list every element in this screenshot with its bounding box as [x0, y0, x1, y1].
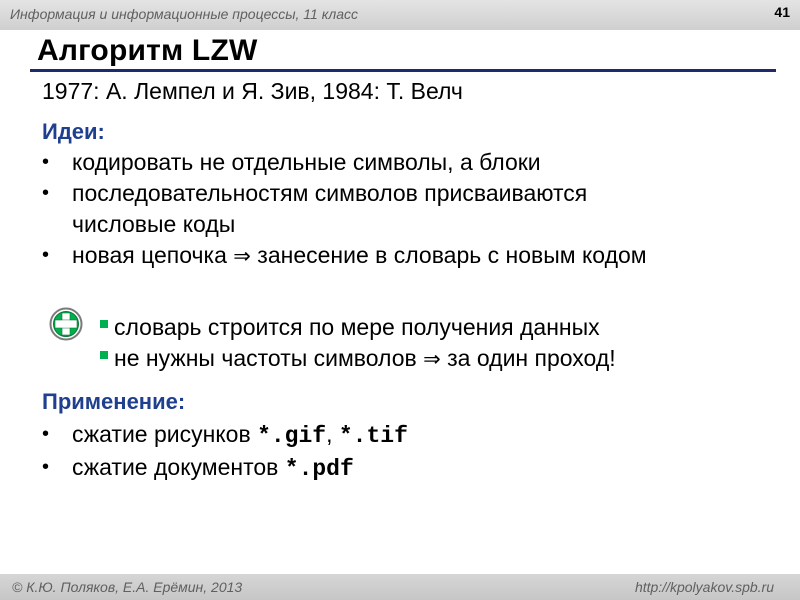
idea-text: последовательностям символов присваивают…	[72, 180, 588, 206]
idea-text-result: занесение в словарь с новым кодом	[257, 242, 647, 268]
ideas-heading: Идеи:	[42, 119, 105, 144]
list-item: • сжатие документов *.pdf	[0, 452, 772, 485]
header-bar: Информация и информационные процессы, 11…	[0, 0, 800, 30]
usage-text: сжатие документов	[72, 454, 279, 480]
title-divider	[30, 69, 776, 72]
footer-url: http://kpolyakov.spb.ru	[634, 579, 774, 595]
advantage-text: словарь строится по мере получения данны…	[114, 314, 600, 340]
usage-text: сжатие рисунков	[72, 421, 251, 447]
usage-heading: Применение:	[42, 389, 186, 414]
list-item: • кодировать не отдельные символы, а бло…	[0, 147, 772, 178]
list-item: не нужны частоты символов ⇒ за один прох…	[0, 343, 774, 375]
file-extension: *.pdf	[284, 456, 354, 482]
slide-number: 41	[774, 4, 790, 20]
list-item: • сжатие рисунков *.gif, *.tif	[0, 419, 772, 452]
subtitle: 1977: А. Лемпел и Я. Зив, 1984: Т. Велч	[42, 78, 463, 104]
list-item: • последовательностям символов присваива…	[0, 178, 772, 240]
course-title: Информация и информационные процессы, 11…	[10, 6, 359, 22]
advantages-list: словарь строится по мере получения данны…	[0, 312, 774, 375]
separator: ,	[326, 421, 333, 447]
bullet-icon: •	[42, 456, 50, 478]
bullet-icon: •	[42, 182, 50, 204]
footer-bar: © К.Ю. Поляков, Е.А. Ерёмин, 2013 http:/…	[0, 574, 800, 600]
footer-authors: © К.Ю. Поляков, Е.А. Ерёмин, 2013	[12, 579, 243, 595]
slide-title: Алгоритм LZW	[37, 34, 258, 67]
file-extension: *.gif	[257, 423, 327, 449]
advantage-text-result: за один проход!	[447, 345, 616, 371]
square-bullet-icon	[100, 351, 108, 359]
usage-list: • сжатие рисунков *.gif, *.tif • сжатие …	[0, 419, 772, 485]
idea-text: новая цепочка	[72, 242, 227, 268]
idea-text: кодировать не отдельные символы, а блоки	[72, 149, 541, 175]
implies-icon: ⇒	[233, 244, 251, 268]
file-extension: *.tif	[338, 423, 408, 449]
idea-text-continued: числовые коды	[72, 211, 236, 237]
bullet-icon: •	[42, 151, 50, 173]
ideas-list: • кодировать не отдельные символы, а бло…	[0, 147, 772, 272]
implies-icon: ⇒	[423, 347, 441, 371]
square-bullet-icon	[100, 320, 108, 328]
advantage-text: не нужны частоты символов	[114, 345, 417, 371]
list-item: • новая цепочка ⇒ занесение в словарь с …	[0, 240, 772, 272]
bullet-icon: •	[42, 423, 50, 445]
bullet-icon: •	[42, 244, 50, 266]
list-item: словарь строится по мере получения данны…	[0, 312, 774, 343]
